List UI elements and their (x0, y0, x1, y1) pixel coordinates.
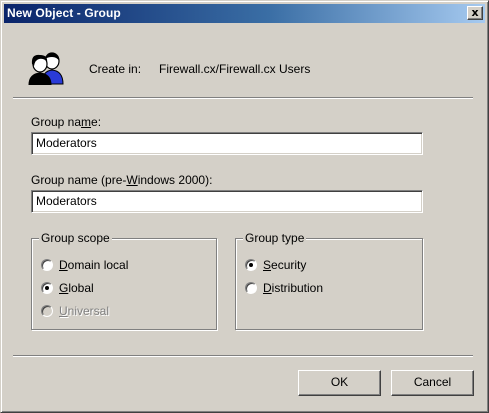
scope-domain-local-label: Domain local (59, 258, 129, 272)
close-button[interactable]: x (467, 6, 483, 20)
type-security-radio[interactable] (245, 259, 257, 271)
group-name-label: Group name: (31, 115, 102, 129)
scope-global-option[interactable]: Global (41, 281, 94, 295)
bottom-separator (13, 355, 473, 357)
type-security-option[interactable]: Security (245, 258, 306, 272)
top-separator (13, 97, 473, 99)
type-distribution-option[interactable]: Distribution (245, 281, 323, 295)
title-bar[interactable]: New Object - Group x (4, 4, 485, 23)
scope-domain-local-radio[interactable] (41, 259, 53, 271)
group-name-input[interactable]: Moderators (31, 132, 423, 155)
group-scope-box: Group scope Domain local Global Universa… (31, 231, 217, 330)
window-title: New Object - Group (7, 6, 121, 20)
scope-domain-local-option[interactable]: Domain local (41, 258, 128, 272)
type-distribution-label: Distribution (263, 281, 324, 295)
group-users-icon (28, 52, 64, 85)
scope-global-radio[interactable] (41, 282, 53, 294)
scope-universal-option: Universal (41, 304, 109, 318)
cancel-button[interactable]: Cancel (391, 370, 474, 396)
close-icon: x (471, 6, 479, 19)
type-distribution-radio[interactable] (245, 282, 257, 294)
group-scope-title: Group scope (39, 231, 112, 245)
create-in-label: Create in: (89, 62, 142, 76)
create-in-path: Firewall.cx/Firewall.cx Users (159, 62, 311, 76)
ok-button[interactable]: OK (298, 370, 381, 396)
type-security-label: Security (263, 258, 307, 272)
new-object-group-dialog: New Object - Group x Create in: Firewall… (0, 0, 489, 413)
group-name-pre2000-input[interactable]: Moderators (31, 190, 423, 213)
scope-universal-radio (41, 305, 53, 317)
scope-global-label: Global (59, 281, 94, 295)
group-type-box: Group type Security Distribution (235, 231, 423, 330)
group-name-pre2000-label: Group name (pre-Windows 2000): (31, 173, 213, 187)
group-type-title: Group type (243, 231, 307, 245)
scope-universal-label: Universal (59, 304, 110, 318)
